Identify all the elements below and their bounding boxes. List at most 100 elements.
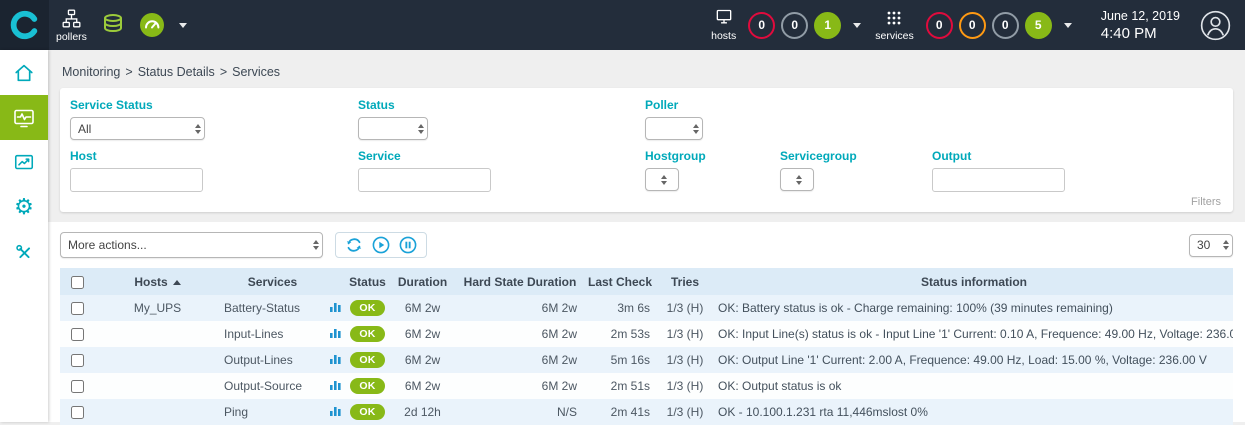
header-last-check[interactable]: Last Check	[585, 268, 655, 295]
service-status-select[interactable]: All	[70, 117, 205, 140]
row-checkbox[interactable]	[71, 406, 84, 419]
hard-state-duration-cell: 6M 2w	[455, 373, 585, 399]
last-check-cell: 2m 41s	[585, 399, 655, 425]
header-tries-label: Tries	[671, 275, 699, 289]
graph-cell	[325, 321, 345, 347]
header-hosts[interactable]: Hosts	[95, 268, 220, 295]
results-panel: More actions...	[48, 222, 1245, 422]
sidebar-item-configuration[interactable]: ⚙	[0, 185, 48, 230]
output-label: Output	[932, 149, 1065, 163]
last-check-cell: 5m 16s	[585, 347, 655, 373]
filters-caption: Filters	[1191, 196, 1221, 208]
reporting-icon	[13, 152, 35, 174]
poller-select[interactable]	[645, 117, 703, 140]
hosts-down-badge[interactable]: 0	[748, 12, 775, 39]
user-avatar[interactable]	[1200, 10, 1231, 41]
hosts-chevron-down-icon[interactable]	[853, 23, 861, 28]
select-arrows-icon	[661, 175, 667, 185]
duration-cell: 6M 2w	[390, 347, 455, 373]
refresh-button[interactable]	[345, 236, 363, 254]
breadcrumb-services[interactable]: Services	[232, 65, 280, 79]
services-unknown-badge[interactable]: 0	[992, 12, 1019, 39]
select-all-checkbox[interactable]	[71, 276, 84, 289]
select-arrows-icon	[693, 124, 699, 134]
row-checkbox-cell	[60, 347, 95, 373]
sidebar-item-monitoring[interactable]	[0, 95, 48, 140]
graph-cell	[325, 399, 345, 425]
service-name[interactable]: Output-Source	[220, 373, 325, 399]
sidebar-item-reporting[interactable]	[0, 140, 48, 185]
header-services[interactable]: Services	[220, 268, 325, 295]
row-checkbox[interactable]	[71, 328, 84, 341]
row-checkbox-cell	[60, 321, 95, 347]
page-size-select[interactable]: 30	[1189, 234, 1233, 257]
service-name[interactable]: Ping	[220, 399, 325, 425]
header-tries[interactable]: Tries	[655, 268, 715, 295]
database-status-icon[interactable]	[101, 13, 125, 37]
header-hard-state-duration[interactable]: Hard State Duration	[455, 268, 585, 295]
tries-cell: 1/3 (H)	[655, 347, 715, 373]
services-chevron-down-icon[interactable]	[1064, 23, 1072, 28]
hosts-unreachable-badge[interactable]: 0	[781, 12, 808, 39]
row-checkbox[interactable]	[71, 302, 84, 315]
graph-icon[interactable]	[329, 352, 342, 365]
table-row: Ping OK 2d 12h N/S 2m 41s 1/3 (H) OK - 1…	[60, 399, 1233, 425]
service-name[interactable]: Input-Lines	[220, 321, 325, 347]
row-checkbox[interactable]	[71, 354, 84, 367]
graph-icon[interactable]	[329, 404, 342, 417]
status-select[interactable]	[358, 117, 428, 140]
breadcrumb: Monitoring>Status Details>Services	[48, 50, 1245, 88]
pause-button[interactable]	[399, 236, 417, 254]
page-size-value: 30	[1197, 238, 1210, 252]
breadcrumb-monitoring[interactable]: Monitoring	[62, 65, 120, 79]
services-warning-badge[interactable]: 0	[959, 12, 986, 39]
status-cell: OK	[345, 373, 390, 399]
services-critical-badge[interactable]: 0	[926, 12, 953, 39]
header-duration[interactable]: Duration	[390, 268, 455, 295]
service-name[interactable]: Battery-Status	[220, 295, 325, 321]
select-arrows-icon	[1223, 240, 1229, 250]
hosts-up-badge[interactable]: 1	[814, 12, 841, 39]
status-badge: OK	[350, 352, 384, 369]
graph-icon[interactable]	[329, 378, 342, 391]
row-checkbox-cell	[60, 295, 95, 321]
more-actions-value: More actions...	[68, 238, 147, 252]
services-ok-badge[interactable]: 5	[1025, 12, 1052, 39]
host-label: Host	[70, 149, 358, 163]
play-icon	[372, 236, 390, 254]
header-status[interactable]: Status	[345, 268, 390, 295]
more-actions-select[interactable]: More actions...	[60, 232, 323, 258]
poller-status-icon[interactable]	[139, 12, 165, 38]
host-name	[95, 321, 220, 347]
host-name[interactable]: My_UPS	[95, 295, 220, 321]
graph-icon[interactable]	[329, 326, 342, 339]
breadcrumb-status-details[interactable]: Status Details	[138, 65, 215, 79]
last-check-cell: 3m 6s	[585, 295, 655, 321]
row-checkbox[interactable]	[71, 380, 84, 393]
select-arrows-icon	[313, 240, 319, 250]
service-input[interactable]	[358, 168, 491, 192]
play-button[interactable]	[372, 236, 390, 254]
hosts-menu[interactable]: hosts	[711, 8, 736, 42]
chevron-down-icon[interactable]	[179, 23, 187, 28]
service-status-value: All	[78, 122, 91, 136]
sidebar-item-home[interactable]	[0, 50, 48, 95]
sidebar-item-administration[interactable]	[0, 230, 48, 275]
tools-icon	[13, 242, 35, 264]
servicegroup-select[interactable]	[780, 168, 814, 191]
service-status-label: Service Status	[70, 98, 358, 112]
service-name[interactable]: Output-Lines	[220, 347, 325, 373]
host-input[interactable]	[70, 168, 203, 192]
centreon-logo[interactable]	[0, 0, 49, 50]
pollers-icon	[61, 8, 82, 29]
pollers-menu[interactable]: pollers	[56, 8, 87, 43]
centreon-logo-icon	[10, 10, 40, 40]
status-information-cell: OK - 10.100.1.231 rta 11,446mslost 0%	[715, 399, 1233, 425]
services-menu[interactable]: services	[875, 8, 914, 42]
hostgroup-select[interactable]	[645, 168, 679, 191]
output-input[interactable]	[932, 168, 1065, 192]
table-row: Output-Lines OK 6M 2w 6M 2w 5m 16s 1/3 (…	[60, 347, 1233, 373]
graph-icon[interactable]	[329, 300, 342, 313]
table-row: Output-Source OK 6M 2w 6M 2w 2m 51s 1/3 …	[60, 373, 1233, 399]
header-status-information[interactable]: Status information	[715, 268, 1233, 295]
